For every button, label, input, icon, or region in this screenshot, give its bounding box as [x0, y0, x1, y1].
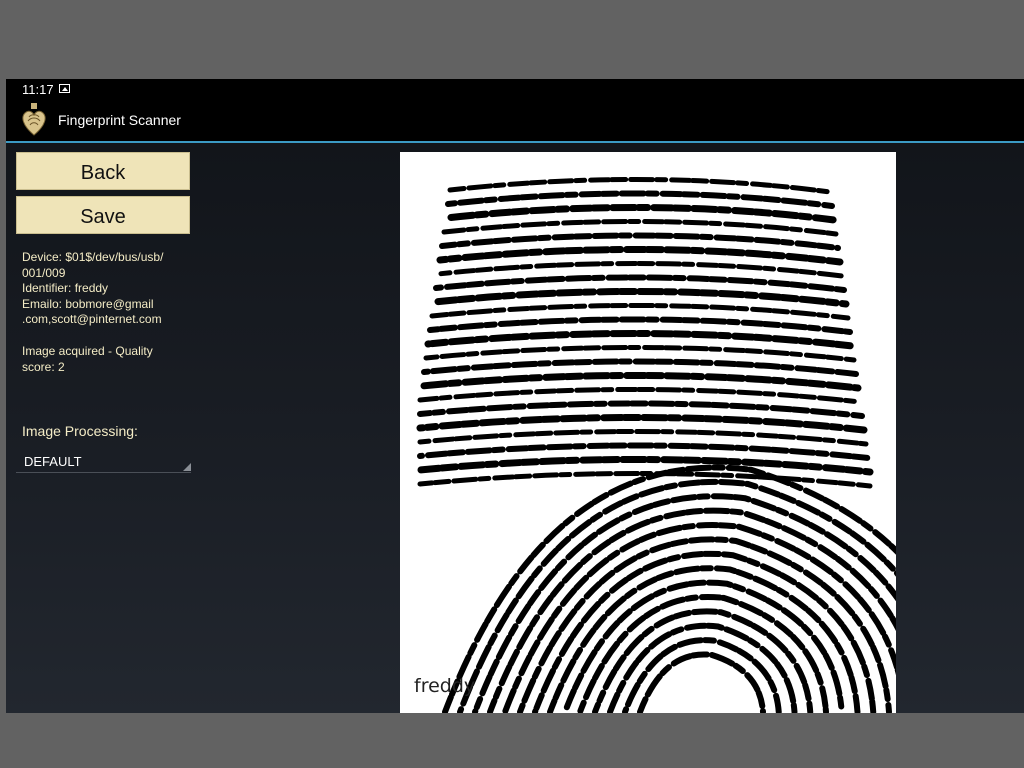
quality-line: score: 2: [22, 359, 65, 374]
device-line: 001/009: [22, 265, 66, 280]
email-line: Emailo: bobmore@gmail: [22, 296, 154, 311]
dropdown-arrow-icon: [183, 463, 191, 471]
image-processing-dropdown[interactable]: DEFAULT: [16, 448, 191, 473]
fingerprint-heart-pendant-icon: [22, 103, 46, 136]
device-info: Device: $01$/dev/bus/usb/ 001/009 Identi…: [22, 250, 192, 328]
status-bar: 11:17: [6, 79, 1024, 99]
email-line: .com,scott@pinternet.com: [22, 312, 162, 326]
back-button[interactable]: Back: [16, 152, 190, 190]
left-panel: Back Save Device: $01$/dev/bus/usb/ 001/…: [6, 143, 206, 713]
app-title: Fingerprint Scanner: [58, 112, 181, 128]
fingerprint-image: [416, 177, 896, 713]
device-screen: 11:17 Fingerprint Scanner Back Save Devi…: [6, 79, 1024, 713]
fingerprint-caption: freddy: [414, 675, 476, 697]
quality-line: Image acquired - Quality: [22, 344, 153, 358]
image-processing-label: Image Processing:: [22, 423, 138, 439]
save-button[interactable]: Save: [16, 196, 190, 234]
fingerprint-image-panel: freddy: [400, 152, 896, 713]
device-line: Device: $01$/dev/bus/usb/: [22, 250, 164, 264]
status-time: 11:17: [22, 82, 54, 97]
image-processing-selected: DEFAULT: [24, 454, 82, 469]
identifier-line: Identifier: freddy: [22, 281, 109, 295]
quality-status: Image acquired - Quality score: 2: [22, 344, 192, 375]
action-bar: Fingerprint Scanner: [6, 99, 1024, 143]
image-notification-icon: [59, 84, 70, 93]
